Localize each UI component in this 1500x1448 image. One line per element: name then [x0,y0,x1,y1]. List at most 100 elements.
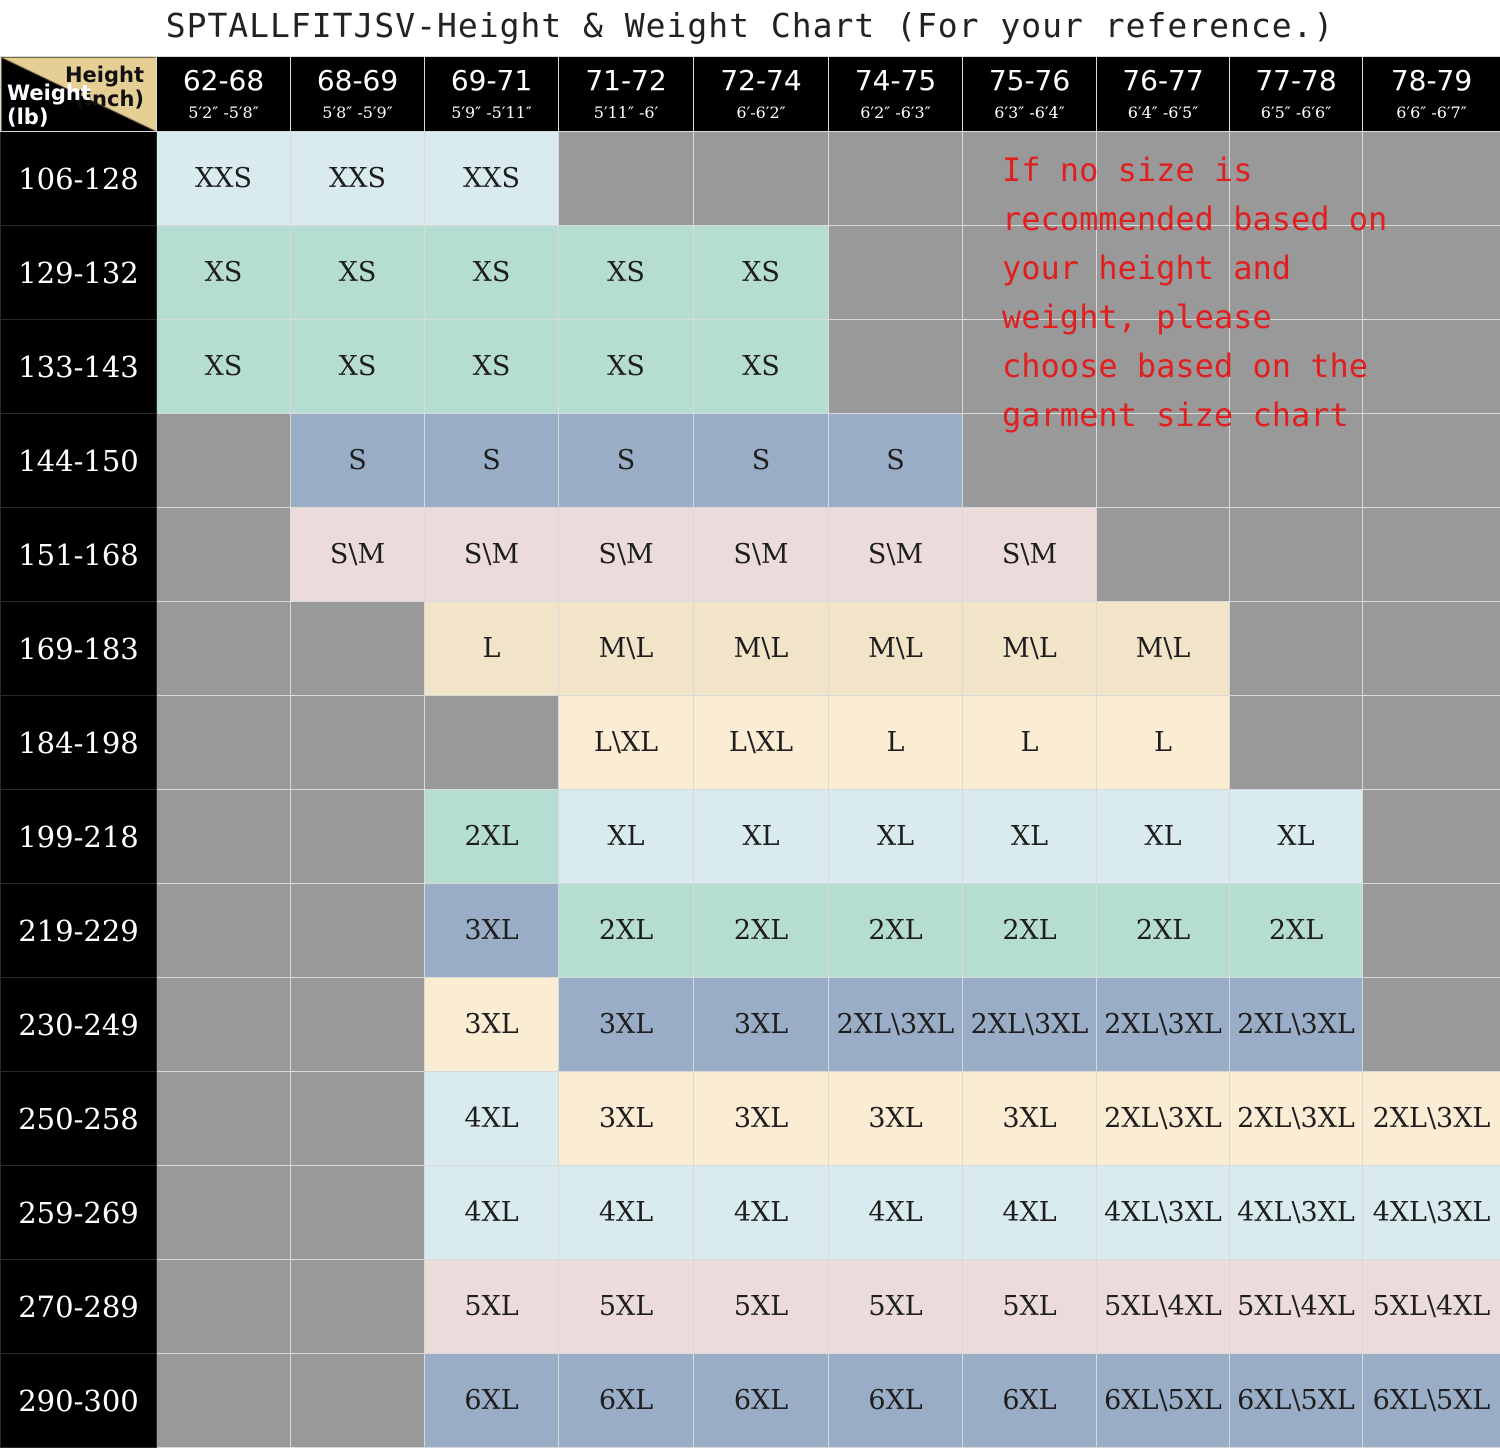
size-cell: S [694,414,829,508]
empty-cell [1230,602,1363,696]
size-cell: 4XL\3XL [1230,1166,1363,1260]
empty-cell [1363,978,1500,1072]
weight-range-label: 184-198 [1,696,157,790]
weight-range-label: 129-132 [1,226,157,320]
size-cell: XL [1230,790,1363,884]
size-cell: 4XL [425,1166,559,1260]
weight-row: 259-2694XL4XL4XL4XL4XL4XL\3XL4XL\3XL4XL\… [1,1166,1500,1260]
size-cell: XL [963,790,1097,884]
empty-cell [291,1260,425,1354]
size-cell: XL [1097,790,1230,884]
size-cell: 5XL [559,1260,694,1354]
size-cell: M\L [829,602,963,696]
size-cell: 6XL [829,1354,963,1448]
weight-range-label: 230-249 [1,978,157,1072]
empty-cell [1363,790,1500,884]
size-cell: S\M [829,508,963,602]
height-column-header: 77-786′5″ -6′6″ [1230,57,1363,132]
size-cell: M\L [559,602,694,696]
size-cell: S [559,414,694,508]
weight-range-label: 133-143 [1,320,157,414]
empty-cell [291,1166,425,1260]
size-cell: 6XL\5XL [1363,1354,1500,1448]
empty-cell [157,884,291,978]
height-header-row: Height (inch) Weight (lb) 62-685′2″ -5′8… [1,57,1500,132]
height-column-header: 78-796′6″ -6′7″ [1363,57,1500,132]
size-cell: 2XL\3XL [1230,978,1363,1072]
size-cell: 4XL [425,1072,559,1166]
size-cell: 3XL [694,978,829,1072]
size-cell: 6XL [425,1354,559,1448]
empty-cell [1363,884,1500,978]
size-cell: 5XL [694,1260,829,1354]
size-cell: XS [425,226,559,320]
weight-range-label: 219-229 [1,884,157,978]
empty-cell [1363,602,1500,696]
size-cell: M\L [694,602,829,696]
empty-cell [694,132,829,226]
empty-cell [829,226,963,320]
size-cell: S\M [963,508,1097,602]
size-cell: L [1097,696,1230,790]
empty-cell [559,132,694,226]
size-cell: 2XL [1230,884,1363,978]
empty-cell [157,790,291,884]
empty-cell [157,1166,291,1260]
size-cell: 2XL [1097,884,1230,978]
weight-row: 219-2293XL2XL2XL2XL2XL2XL2XL [1,884,1500,978]
weight-range-label: 151-168 [1,508,157,602]
height-inch-label: 71-72 [559,63,693,99]
weight-range-label: 144-150 [1,414,157,508]
height-inch-label: 62-68 [157,63,290,99]
chart-title: SPTALLFITJSV-Height & Weight Chart (For … [0,0,1500,50]
size-cell: S\M [291,508,425,602]
empty-cell [1363,508,1500,602]
size-cell: XS [559,226,694,320]
height-inch-label: 72-74 [694,63,828,99]
empty-cell [157,1072,291,1166]
size-cell: XS [291,226,425,320]
height-feet-label: 5′2″ -5′8″ [157,101,290,125]
size-cell: XXS [425,132,559,226]
height-inch-label: 77-78 [1230,63,1362,99]
size-cell: L [829,696,963,790]
size-cell: 3XL [425,884,559,978]
size-cell: XL [559,790,694,884]
empty-cell [157,508,291,602]
size-cell: 2XL\3XL [963,978,1097,1072]
size-cell: 2XL [425,790,559,884]
size-cell: XS [559,320,694,414]
empty-cell [157,978,291,1072]
height-feet-label: 6′-6′2″ [694,101,828,125]
size-cell: 4XL\3XL [1363,1166,1500,1260]
empty-cell [291,696,425,790]
empty-cell [291,1354,425,1448]
size-cell: XL [694,790,829,884]
size-cell: 5XL [829,1260,963,1354]
weight-row: 270-2895XL5XL5XL5XL5XL5XL\4XL5XL\4XL5XL\… [1,1260,1500,1354]
empty-cell [1097,508,1230,602]
size-cell: L [425,602,559,696]
size-cell: 4XL [963,1166,1097,1260]
size-cell: XXS [291,132,425,226]
size-cell: S [829,414,963,508]
empty-cell [291,790,425,884]
height-feet-label: 5′11″ -6′ [559,101,693,125]
empty-cell [157,696,291,790]
empty-cell [291,1072,425,1166]
empty-cell [291,602,425,696]
size-cell: 5XL\4XL [1097,1260,1230,1354]
height-inch-label: 74-75 [829,63,962,99]
size-cell: 6XL [559,1354,694,1448]
corner-header: Height (inch) Weight (lb) [1,57,157,132]
height-feet-label: 6′6″ -6′7″ [1363,101,1500,125]
height-column-header: 76-776′4″ -6′5″ [1097,57,1230,132]
height-feet-label: 6′5″ -6′6″ [1230,101,1362,125]
size-cell: 6XL\5XL [1230,1354,1363,1448]
size-cell: 2XL\3XL [1230,1072,1363,1166]
empty-cell [1230,508,1363,602]
empty-cell [291,884,425,978]
size-cell: 4XL [559,1166,694,1260]
weight-row: 290-3006XL6XL6XL6XL6XL6XL\5XL6XL\5XL6XL\… [1,1354,1500,1448]
size-cell: M\L [963,602,1097,696]
